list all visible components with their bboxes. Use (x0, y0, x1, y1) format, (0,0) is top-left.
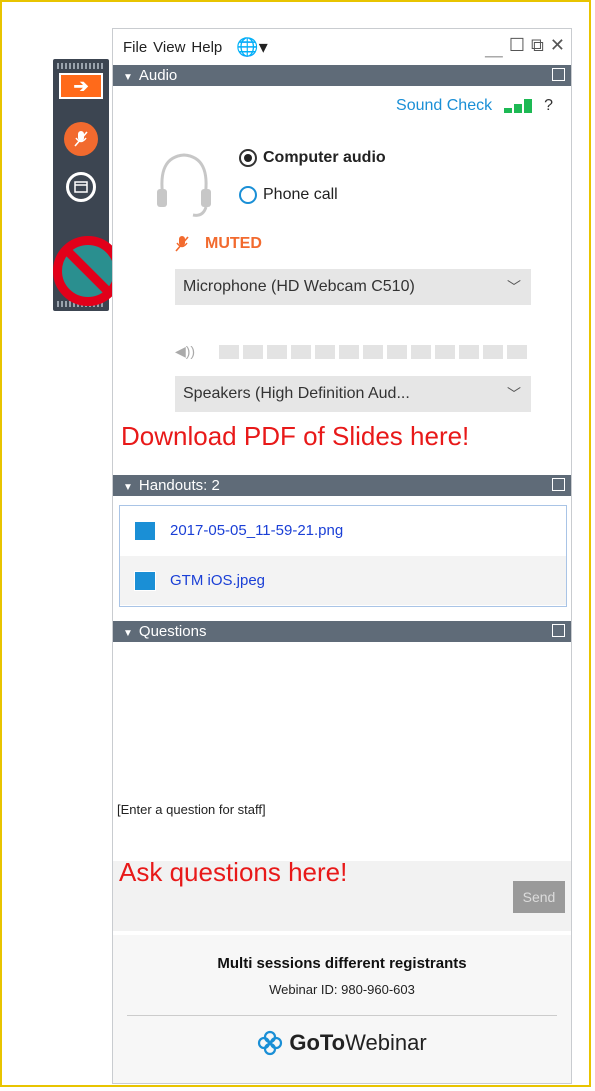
collapse-triangle-icon[interactable]: ▼ (123, 72, 133, 83)
handouts-panel-header[interactable]: ▼ Handouts: 2 (113, 475, 571, 496)
divider (127, 1015, 557, 1016)
handouts-list: 2017-05-05_11-59-21.png GTM iOS.jpeg (119, 505, 567, 607)
muted-status: MUTED (175, 235, 262, 253)
phone-call-label: Phone call (263, 186, 338, 203)
speakers-select[interactable]: Speakers (High Definition Aud... ﹀ (175, 376, 531, 412)
popout-panel-icon[interactable] (552, 478, 565, 491)
headset-icon (157, 153, 211, 217)
minimize-icon[interactable]: ＿ (485, 35, 503, 61)
speaker-volume-meter: ◀)) (175, 343, 527, 360)
chevron-down-icon: ﹀ (507, 386, 521, 402)
collapse-triangle-icon[interactable]: ▼ (123, 628, 133, 639)
send-button[interactable]: Send (513, 881, 565, 913)
handouts-title: Handouts: 2 (138, 477, 220, 494)
webinar-id: Webinar ID: 980-960-603 (269, 982, 415, 997)
sound-check: Sound Check ? (396, 97, 553, 115)
question-input[interactable]: [Enter a question for staff] (113, 802, 571, 817)
handout-filename[interactable]: GTM iOS.jpeg (170, 572, 265, 589)
drag-grip[interactable] (57, 63, 105, 69)
ask-annotation: Ask questions here! (119, 857, 348, 887)
maximize-icon[interactable]: ☐ (509, 35, 525, 61)
speakers-value: Speakers (High Definition Aud... (183, 385, 410, 402)
screen-button[interactable] (61, 167, 101, 207)
radio-phone-call[interactable] (239, 186, 257, 204)
menu-help[interactable]: Help (191, 39, 222, 56)
download-annotation: Download PDF of Slides here! (121, 421, 470, 451)
handout-item[interactable]: GTM iOS.jpeg (120, 556, 566, 605)
language-globe-icon[interactable]: 🌐▾ (236, 37, 267, 58)
audio-panel-header[interactable]: ▼ Audio (113, 65, 571, 86)
handout-filename[interactable]: 2017-05-05_11-59-21.png (170, 522, 343, 539)
menu-bar: File View Help 🌐▾ ＿ ☐ ⧉ ✕ (113, 29, 571, 65)
window-controls: ＿ ☐ ⧉ ✕ (485, 35, 565, 61)
image-file-icon (134, 570, 156, 591)
chevron-down-icon: ﹀ (507, 279, 521, 295)
questions-title: Questions (138, 623, 207, 640)
popout-icon[interactable]: ⧉ (531, 35, 544, 61)
gotowebinar-logo: GoToWebinar (113, 1030, 571, 1056)
brand-goto: GoTo (289, 1030, 346, 1055)
muted-mic-icon (175, 236, 189, 252)
collapse-triangle-icon[interactable]: ▼ (123, 482, 133, 493)
gotowebinar-window: File View Help 🌐▾ ＿ ☐ ⧉ ✕ ▼ Audio Sound C… (112, 28, 572, 1084)
session-footer: Multi sessions different registrants Web… (113, 935, 571, 1083)
computer-audio-option[interactable]: Computer audio (239, 149, 386, 167)
collapse-arrow-icon[interactable]: ➔ (59, 73, 103, 99)
speaker-icon: ◀)) (175, 343, 196, 359)
muted-mic-icon (64, 122, 98, 156)
brand-webinar: Webinar (345, 1030, 427, 1055)
audio-title: Audio (138, 67, 178, 84)
popout-panel-icon[interactable] (552, 624, 565, 637)
help-question-icon[interactable]: ? (544, 97, 553, 115)
questions-panel-header[interactable]: ▼ Questions (113, 621, 571, 642)
image-file-icon (134, 520, 156, 541)
menu-view[interactable]: View (153, 39, 185, 56)
session-title: Multi sessions different registrants (217, 955, 467, 972)
popout-panel-icon[interactable] (552, 68, 565, 81)
window-icon (66, 172, 96, 202)
mute-button[interactable] (61, 119, 101, 159)
radio-computer-audio[interactable] (239, 149, 257, 167)
computer-audio-label: Computer audio (263, 149, 386, 166)
phone-call-option[interactable]: Phone call (239, 186, 338, 204)
flower-logo-icon (258, 1030, 283, 1056)
close-icon[interactable]: ✕ (550, 35, 565, 61)
sound-check-link[interactable]: Sound Check (396, 97, 492, 115)
muted-label: MUTED (205, 235, 262, 252)
handout-item[interactable]: 2017-05-05_11-59-21.png (120, 506, 566, 555)
microphone-select[interactable]: Microphone (HD Webcam C510) ﹀ (175, 269, 531, 305)
microphone-value: Microphone (HD Webcam C510) (183, 278, 415, 295)
signal-bars-icon (504, 99, 533, 113)
menu-file[interactable]: File (123, 39, 147, 56)
